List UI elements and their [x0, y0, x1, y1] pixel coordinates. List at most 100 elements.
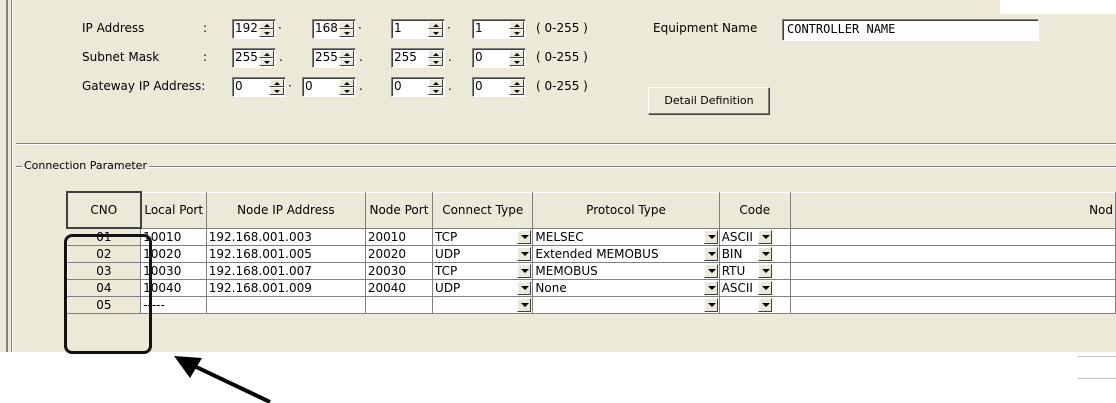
node-port-cell[interactable]: 20030: [364, 262, 434, 280]
spin-updown-icon[interactable]: [259, 21, 274, 37]
node-ip-cell[interactable]: 192.168.001.003: [205, 227, 366, 246]
subnet-octet-2[interactable]: 255: [312, 48, 356, 68]
protocol-type-dropdown[interactable]: [532, 296, 720, 314]
header-cno[interactable]: CNO: [66, 191, 142, 229]
header-protocol-type: Protocol Type: [532, 191, 720, 229]
table-row: 01 10010 192.168.001.003 20010 TCP MELSE…: [66, 227, 1116, 246]
dot: ·: [358, 21, 362, 35]
spin-updown-icon[interactable]: [428, 50, 443, 66]
code-dropdown[interactable]: [718, 296, 791, 314]
dot: ·: [278, 21, 282, 35]
chevron-down-icon[interactable]: [517, 229, 532, 244]
spin-updown-icon[interactable]: [509, 50, 524, 66]
code-dropdown[interactable]: BIN: [718, 245, 791, 263]
spin-updown-icon[interactable]: [509, 21, 524, 37]
chevron-down-icon[interactable]: [757, 264, 772, 278]
gateway-octet-4[interactable]: 0: [472, 77, 526, 97]
node-cell[interactable]: [789, 296, 1116, 314]
value: BIN: [721, 247, 743, 261]
value: RTU: [721, 264, 746, 278]
node-cell[interactable]: [789, 262, 1116, 280]
chevron-down-icon[interactable]: [517, 247, 532, 261]
node-ip-cell[interactable]: 192.168.001.007: [205, 262, 366, 280]
gateway-label: Gateway IP Address:: [82, 79, 206, 93]
value: TCP: [435, 264, 458, 278]
node-ip-cell[interactable]: [205, 296, 366, 314]
ip-octet-1[interactable]: 192: [232, 19, 276, 39]
ip-address-label: IP Address: [82, 21, 145, 35]
spin-updown-icon[interactable]: [509, 79, 524, 95]
chevron-down-icon[interactable]: [757, 281, 772, 295]
chevron-down-icon[interactable]: [517, 264, 532, 278]
protocol-type-dropdown[interactable]: MEMOBUS: [532, 262, 720, 280]
node-port-cell[interactable]: [364, 296, 434, 314]
chevron-down-icon[interactable]: [703, 229, 718, 244]
spin-updown-icon[interactable]: [339, 21, 354, 37]
gateway-octet-1[interactable]: 0: [232, 77, 286, 97]
chevron-down-icon[interactable]: [757, 298, 772, 312]
code-dropdown[interactable]: ASCII: [718, 227, 791, 246]
protocol-type-dropdown[interactable]: Extended MEMOBUS: [532, 245, 720, 263]
connect-type-dropdown[interactable]: [432, 296, 534, 314]
spin-updown-icon[interactable]: [269, 79, 284, 95]
chevron-down-icon[interactable]: [757, 247, 772, 261]
colon: :: [203, 21, 208, 35]
node-port-cell[interactable]: 20040: [364, 279, 434, 297]
chevron-down-icon[interactable]: [517, 298, 532, 312]
gateway-octet-3[interactable]: 0: [391, 77, 445, 97]
chevron-down-icon[interactable]: [703, 298, 718, 312]
value: TCP: [435, 229, 458, 244]
subnet-octet-3[interactable]: 255: [391, 48, 445, 68]
value: 255: [394, 50, 417, 64]
protocol-type-dropdown[interactable]: MELSEC: [532, 227, 720, 246]
code-dropdown[interactable]: ASCII: [718, 279, 791, 297]
connect-type-dropdown[interactable]: UDP: [432, 279, 534, 297]
chevron-down-icon[interactable]: [703, 281, 718, 295]
subnet-octet-4[interactable]: 0: [472, 48, 526, 68]
subnet-mask-label: Subnet Mask: [82, 50, 160, 64]
chevron-down-icon[interactable]: [703, 264, 718, 278]
range-hint: ( 0-255 ): [536, 21, 588, 35]
code-dropdown[interactable]: RTU: [718, 262, 791, 280]
equipment-name-field[interactable]: CONTROLLER NAME: [782, 19, 1039, 41]
spin-updown-icon[interactable]: [339, 50, 354, 66]
chevron-down-icon[interactable]: [757, 229, 772, 244]
node-cell[interactable]: [789, 227, 1116, 246]
left-border-highlight: [12, 0, 13, 352]
ip-octet-3[interactable]: 1: [391, 19, 445, 39]
range-hint: ( 0-255 ): [536, 50, 588, 64]
node-port-cell[interactable]: 20020: [364, 245, 434, 263]
ip-octet-4[interactable]: 1: [472, 19, 526, 39]
connect-type-dropdown[interactable]: TCP: [432, 227, 534, 246]
connection-table: CNO Local Port Node IP Address Node Port…: [66, 191, 1116, 314]
value: 168: [315, 21, 338, 35]
value: 0: [235, 79, 243, 93]
value: 0: [475, 79, 483, 93]
protocol-type-dropdown[interactable]: None: [532, 279, 720, 297]
detail-definition-button[interactable]: Detail Definition: [648, 87, 770, 115]
connect-type-dropdown[interactable]: UDP: [432, 245, 534, 263]
value: 0: [475, 50, 483, 64]
connect-type-dropdown[interactable]: TCP: [432, 262, 534, 280]
subnet-octet-1[interactable]: 255: [232, 48, 276, 68]
spin-updown-icon[interactable]: [428, 21, 443, 37]
value: UDP: [435, 247, 461, 261]
chevron-down-icon[interactable]: [517, 281, 532, 295]
node-ip-cell[interactable]: 192.168.001.005: [205, 245, 366, 263]
ip-octet-2[interactable]: 168: [312, 19, 356, 39]
divider: [1078, 378, 1116, 379]
value: 1: [394, 21, 402, 35]
chevron-down-icon[interactable]: [703, 247, 718, 261]
connection-parameter-label: Connection Parameter: [22, 159, 149, 172]
node-cell[interactable]: [789, 279, 1116, 297]
node-ip-cell[interactable]: 192.168.001.009: [205, 279, 366, 297]
node-cell[interactable]: [789, 245, 1116, 263]
spin-updown-icon[interactable]: [428, 79, 443, 95]
spin-updown-icon[interactable]: [259, 50, 274, 66]
node-port-cell[interactable]: 20010: [364, 227, 434, 246]
gateway-octet-2[interactable]: 0: [302, 77, 356, 97]
header-connect-type: Connect Type: [432, 191, 534, 229]
spin-updown-icon[interactable]: [339, 79, 354, 95]
range-hint: ( 0-255 ): [536, 79, 588, 93]
dot: .: [448, 50, 452, 64]
